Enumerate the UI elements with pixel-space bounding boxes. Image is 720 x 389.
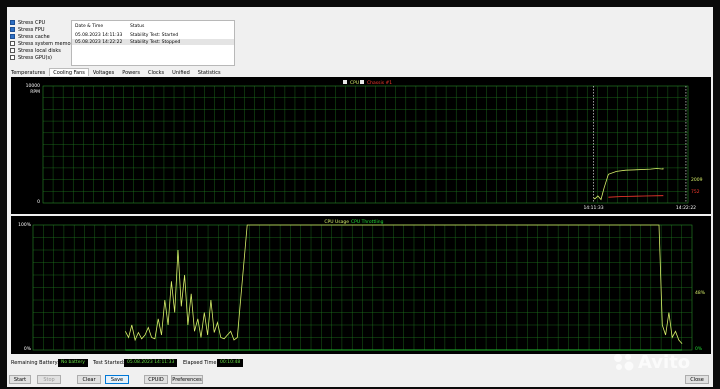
stress-gpu-checkbox[interactable] (10, 55, 15, 60)
cpu-usage-chart: CPU Usage CPU Throttling 100% 0% 48% 0% (11, 216, 711, 354)
stress-gpu-option[interactable]: Stress GPU(s) (10, 54, 52, 61)
log-header: Date & Time Status (72, 23, 234, 29)
stress-memory-label: Stress system memory (18, 40, 76, 47)
chassis-fan-series (608, 195, 664, 198)
watermark-text: Avito (638, 351, 691, 373)
x-tick-stop: 14:22:22 (676, 205, 696, 211)
tab-bar: Temperatures Cooling Fans Voltages Power… (7, 68, 225, 76)
y-tick-max: 100% (18, 222, 32, 228)
log-header-datetime: Date & Time (75, 23, 104, 29)
legend-chassis-label: Chassis #1 (367, 80, 392, 86)
log-row-status: Stability Test: Stopped (130, 39, 181, 45)
stress-cache-checkbox[interactable] (10, 34, 15, 39)
avito-logo-icon (614, 354, 634, 371)
cpu-fan-value-label: 2009 (691, 177, 703, 183)
preferences-button[interactable]: Preferences (171, 375, 203, 384)
y-tick-min: 0% (24, 346, 32, 352)
stop-button[interactable]: Stop (37, 375, 61, 384)
legend-chassis-checkbox[interactable] (360, 80, 364, 84)
log-row[interactable]: 05.08.2023 14:22:22 Stability Test: Stop… (72, 39, 234, 45)
tab-powers[interactable]: Powers (118, 68, 144, 76)
cpu-usage-value-label: 48% (695, 290, 706, 296)
chassis-fan-value-label: 752 (691, 189, 700, 195)
test-started-label: Test Started: (93, 360, 125, 366)
log-row-datetime: 05.08.2023 14:22:22 (75, 39, 123, 45)
stress-cache-label: Stress cache (18, 33, 50, 40)
stress-fpu-label: Stress FPU (18, 26, 45, 33)
stability-test-window: Stress CPU Stress FPU Stress cache Stres… (7, 7, 713, 387)
legend-cpu-checkbox[interactable] (343, 80, 347, 84)
tab-statistics[interactable]: Statistics (194, 68, 225, 76)
test-log-table[interactable]: Date & Time Status 05.08.2023 14:11:33 S… (71, 20, 235, 66)
y-axis-label: RPM (30, 89, 40, 95)
tab-cooling-fans[interactable]: Cooling Fans (49, 68, 89, 76)
battery-value: No battery (58, 359, 88, 367)
legend-cpu-throttling: CPU Throttling (351, 219, 384, 225)
stress-gpu-label: Stress GPU(s) (18, 54, 53, 61)
y-tick-min: 0 (37, 199, 40, 205)
log-row[interactable]: 05.08.2023 14:11:33 Stability Test: Star… (72, 32, 234, 38)
tab-voltages[interactable]: Voltages (89, 68, 118, 76)
stress-fpu-option[interactable]: Stress FPU (10, 26, 45, 33)
stress-cpu-checkbox[interactable] (10, 20, 15, 25)
stress-memory-option[interactable]: Stress system memory (10, 40, 76, 47)
stress-cache-option[interactable]: Stress cache (10, 33, 50, 40)
legend-cpu-usage: CPU Usage (324, 219, 349, 225)
save-button[interactable]: Save (105, 375, 129, 384)
test-started-value: 05.08.2023 14:11:33 (124, 359, 178, 367)
tab-unified[interactable]: Unified (168, 68, 194, 76)
battery-label: Remaining Battery: (11, 360, 59, 366)
stress-disks-option[interactable]: Stress local disks (10, 47, 61, 54)
cpu-fan-series (593, 167, 664, 201)
stress-cpu-label: Stress CPU (18, 19, 46, 26)
cooling-fans-chart-svg: CPU Chassis #1 10000 RPM 0 14:11:33 14:2… (26, 80, 703, 211)
tab-temperatures[interactable]: Temperatures (7, 68, 49, 76)
log-header-status: Status (130, 23, 145, 29)
legend-cpu-label: CPU (350, 80, 359, 86)
x-tick-start: 14:11:33 (583, 205, 603, 211)
avito-watermark: Avito (612, 349, 712, 375)
y-tick-max: 10000 (26, 83, 40, 89)
log-row-datetime: 05.08.2023 14:11:33 (75, 32, 123, 38)
stress-disks-label: Stress local disks (18, 47, 61, 54)
close-button[interactable]: Close (685, 375, 709, 384)
cpu-usage-chart-svg: CPU Usage CPU Throttling 100% 0% 48% 0% (18, 219, 706, 352)
start-button[interactable]: Start (9, 375, 31, 384)
clear-button[interactable]: Clear (77, 375, 101, 384)
tab-clocks[interactable]: Clocks (144, 68, 168, 76)
stress-memory-checkbox[interactable] (10, 41, 15, 46)
log-row-status: Stability Test: Started (130, 32, 179, 38)
elapsed-time-label: Elapsed Time: (183, 360, 219, 366)
cpuid-button[interactable]: CPUID (144, 375, 168, 384)
elapsed-time-value: 00:10:48 (217, 359, 244, 367)
cooling-fans-chart: CPU Chassis #1 10000 RPM 0 14:11:33 14:2… (11, 77, 711, 214)
stress-fpu-checkbox[interactable] (10, 27, 15, 32)
stress-disks-checkbox[interactable] (10, 48, 15, 53)
stress-cpu-option[interactable]: Stress CPU (10, 19, 45, 26)
